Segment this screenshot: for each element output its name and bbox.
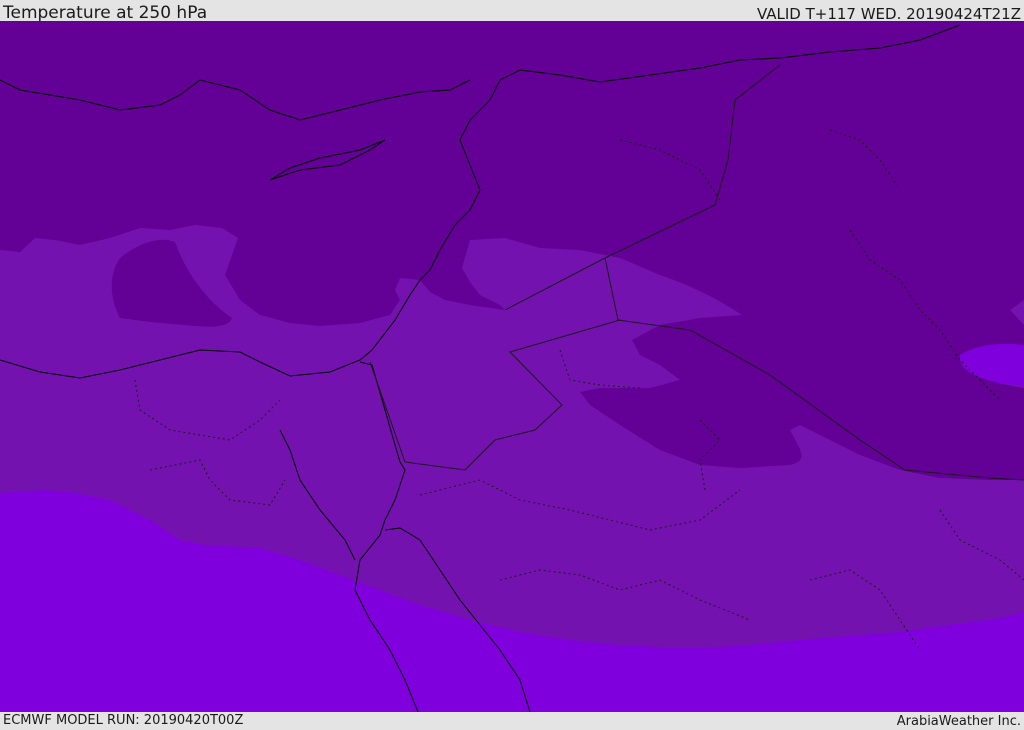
temperature-map[interactable] [0, 21, 1024, 712]
footer-bar: ECMWF MODEL RUN: 20190420T00Z ArabiaWeat… [0, 712, 1024, 729]
map-title: Temperature at 250 hPa [3, 3, 208, 23]
header-bar: Temperature at 250 hPa VALID T+117 WED. … [0, 0, 1024, 23]
credit: ArabiaWeather Inc. [896, 714, 1021, 729]
model-run: ECMWF MODEL RUN: 20190420T00Z [3, 713, 244, 728]
